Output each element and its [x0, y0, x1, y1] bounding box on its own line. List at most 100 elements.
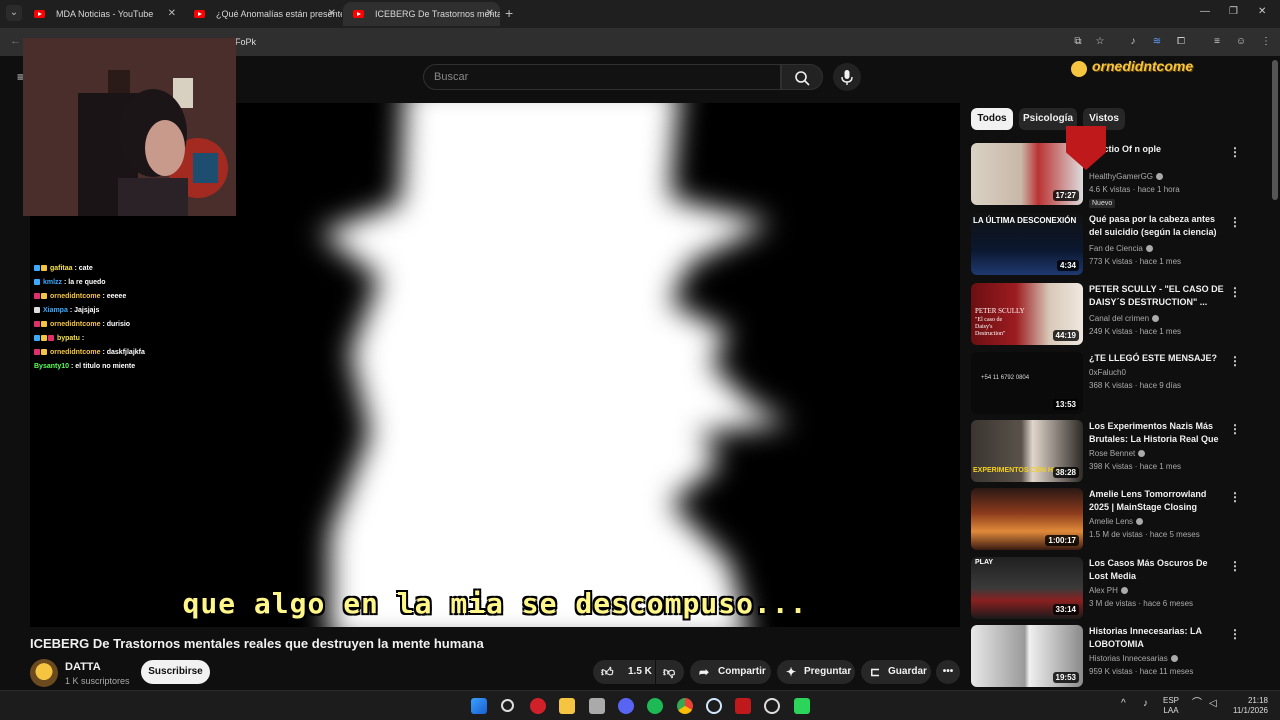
recommendation-channel[interactable]: 0xFaluch0 — [1089, 368, 1126, 377]
recommendation-channel[interactable]: Fan de Ciencia — [1089, 244, 1153, 253]
ask-button[interactable]: ✦ Preguntar — [777, 660, 855, 684]
language-indicator[interactable]: ESP LAA — [1163, 696, 1179, 716]
tray-mic-icon[interactable]: ♪ — [1143, 699, 1148, 709]
recommendation-channel[interactable]: HealthyGamerGG — [1089, 172, 1164, 181]
subscribe-button[interactable]: Suscribirse — [141, 660, 210, 684]
recommendation-item[interactable]: 1:00:17 Amelie Lens Tomorrowland 2025 | … — [971, 488, 1256, 550]
recommendation-title[interactable]: Los Casos Más Oscuros De Lost Media — [1089, 557, 1225, 583]
share-button[interactable]: ➦ Compartir — [690, 660, 771, 684]
url-text[interactable]: FoPk — [235, 37, 256, 47]
video-duration: 33:14 — [1052, 604, 1079, 615]
network-icon[interactable]: ⌒ — [1192, 699, 1202, 709]
playlist-icon[interactable]: ≡ — [1211, 36, 1223, 48]
close-tab-icon[interactable]: ✕ — [168, 8, 176, 19]
profile-icon[interactable]: ☺ — [1235, 36, 1247, 48]
voice-search-button[interactable] — [833, 63, 861, 91]
recommendation-item[interactable]: PLAY 33:14 Los Casos Más Oscuros De Lost… — [971, 557, 1256, 619]
browser-tab[interactable]: ¿Qué Anomalías están presente ✕ — [184, 2, 342, 26]
more-options-icon[interactable]: ⋮ — [1229, 422, 1241, 436]
more-options-icon[interactable]: ⋮ — [1229, 215, 1241, 229]
app-icon[interactable] — [530, 698, 546, 714]
video-thumbnail[interactable]: PLAY 33:14 — [971, 557, 1083, 619]
video-duration: 17:27 — [1052, 190, 1079, 201]
recommendation-item[interactable]: LA ÚLTIMA DESCONEXIÓN 4:34 Qué pasa por … — [971, 213, 1256, 275]
menu-dots-icon[interactable]: ⋮ — [1260, 36, 1272, 48]
browser-tab[interactable]: MDA Noticias - YouTube ✕ — [24, 2, 182, 26]
windows-start-icon[interactable] — [471, 698, 487, 714]
clock[interactable]: 21:18 11/1/2026 — [1226, 696, 1268, 716]
recommendation-item[interactable]: 17:27 Ad ctio Of n ople HealthyGamerGG 4… — [971, 143, 1256, 208]
more-options-icon[interactable]: ⋮ — [1229, 559, 1241, 573]
chip-todos[interactable]: Todos — [971, 108, 1013, 130]
recommendation-title[interactable]: PETER SCULLY - "EL CASO DE DAISY´S DESTR… — [1089, 283, 1225, 309]
recommendation-channel[interactable]: Amelie Lens — [1089, 517, 1144, 526]
recommendation-title[interactable]: Qué pasa por la cabeza antes del suicidi… — [1089, 213, 1225, 239]
app-icon[interactable] — [589, 698, 605, 714]
more-options-icon[interactable]: ⋮ — [1229, 285, 1241, 299]
close-tab-icon[interactable]: ✕ — [328, 8, 336, 19]
windows-taskbar: ^ ♪ ESP LAA ⌒ ◁ 21:18 11/1/2026 — [0, 690, 1280, 720]
recommendation-title[interactable]: Historias Innecesarias: LA LOBOTOMIA — [1089, 625, 1225, 651]
recommendation-channel[interactable]: Historias Innecesarias — [1089, 654, 1178, 663]
obs-icon[interactable] — [764, 698, 780, 714]
search-input[interactable]: Buscar — [423, 64, 781, 90]
tray-chevron-icon[interactable]: ^ — [1121, 699, 1126, 709]
more-dots-icon: ••• — [942, 666, 954, 677]
video-thumbnail[interactable]: LA ÚLTIMA DESCONEXIÓN 4:34 — [971, 213, 1083, 275]
recommendation-channel[interactable]: Alex PH — [1089, 586, 1128, 595]
video-thumbnail[interactable]: PETER SCULLY "El caso de Daisy's Destruc… — [971, 283, 1083, 345]
tab-search-button[interactable]: ⌄ — [6, 5, 22, 21]
maximize-button[interactable]: ❐ — [1229, 6, 1238, 17]
close-window-button[interactable]: ✕ — [1258, 6, 1266, 17]
more-options-icon[interactable]: ⋮ — [1229, 145, 1241, 159]
dislike-button[interactable]: 👎︎ — [656, 660, 684, 684]
audio-icon[interactable]: ≋ — [1151, 36, 1163, 48]
discord-icon[interactable] — [618, 698, 634, 714]
close-tab-icon[interactable]: ✕ — [486, 8, 494, 19]
recommendation-title[interactable]: Ad ctio Of n ople — [1089, 143, 1225, 156]
media-icon[interactable]: ♪ — [1127, 36, 1139, 48]
page-scrollbar[interactable] — [1272, 60, 1278, 200]
video-thumbnail[interactable]: EXPERIMENTOS CON HU 38:28 — [971, 420, 1083, 482]
file-explorer-icon[interactable] — [559, 698, 575, 714]
recommendation-title[interactable]: Amelie Lens Tomorrowland 2025 | MainStag… — [1089, 488, 1225, 514]
channel-avatar[interactable] — [30, 659, 58, 687]
chrome-icon[interactable] — [677, 698, 693, 714]
like-button[interactable]: 👍︎ 1.5 K — [593, 660, 655, 684]
minimize-button[interactable]: — — [1200, 6, 1210, 17]
app-icon[interactable] — [735, 698, 751, 714]
save-button[interactable]: ⊏ Guardar — [861, 660, 931, 684]
more-options-icon[interactable]: ⋮ — [1229, 490, 1241, 504]
spotify-icon[interactable] — [647, 698, 663, 714]
recommendation-item[interactable]: EXPERIMENTOS CON HU 38:28 Los Experiment… — [971, 420, 1256, 482]
recommendation-channel[interactable]: Canal del crimen — [1089, 314, 1160, 323]
search-icon[interactable] — [501, 699, 514, 712]
bookmark-star-icon[interactable]: ☆ — [1094, 36, 1106, 48]
back-arrow-icon[interactable]: ← — [10, 35, 21, 47]
recommendation-item[interactable]: +54 11 6792 0804 13:53 ¿TE LLEGÓ ESTE ME… — [971, 352, 1256, 414]
volume-icon[interactable]: ◁ — [1209, 699, 1217, 709]
recommendation-item[interactable]: PETER SCULLY "El caso de Daisy's Destruc… — [971, 283, 1256, 345]
video-thumbnail[interactable]: +54 11 6792 0804 13:53 — [971, 352, 1083, 414]
video-thumbnail[interactable]: 19:53 — [971, 625, 1083, 687]
extensions-icon[interactable]: ⧠ — [1175, 36, 1187, 48]
app-icon[interactable] — [794, 698, 810, 714]
recommendation-channel[interactable]: Rose Bennet — [1089, 449, 1146, 458]
more-options-icon[interactable]: ⋮ — [1229, 627, 1241, 641]
more-options-icon[interactable]: ⋮ — [1229, 354, 1241, 368]
chat-username: Xiampa — [42, 307, 68, 314]
new-tab-button[interactable]: + — [505, 5, 513, 21]
more-actions-button[interactable]: ••• — [936, 660, 960, 684]
recommendation-title[interactable]: ¿TE LLEGÓ ESTE MENSAJE? — [1089, 352, 1225, 365]
clock-time: 21:18 — [1247, 696, 1268, 705]
browser-tab-active[interactable]: ICEBERG De Trastornos mentales ✕ — [343, 2, 500, 26]
recommendation-title[interactable]: Los Experimentos Nazis Más Brutales: La … — [1089, 420, 1225, 446]
save-label: Guardar — [888, 666, 927, 677]
webcam-overlay — [23, 38, 236, 216]
search-button[interactable] — [781, 64, 823, 90]
app-icon[interactable] — [706, 698, 722, 714]
video-thumbnail[interactable]: 1:00:17 — [971, 488, 1083, 550]
recommendation-item[interactable]: 19:53 Historias Innecesarias: LA LOBOTOM… — [971, 625, 1256, 687]
install-app-icon[interactable]: ⧉ — [1072, 36, 1084, 48]
channel-name[interactable]: DATTA — [65, 661, 101, 673]
